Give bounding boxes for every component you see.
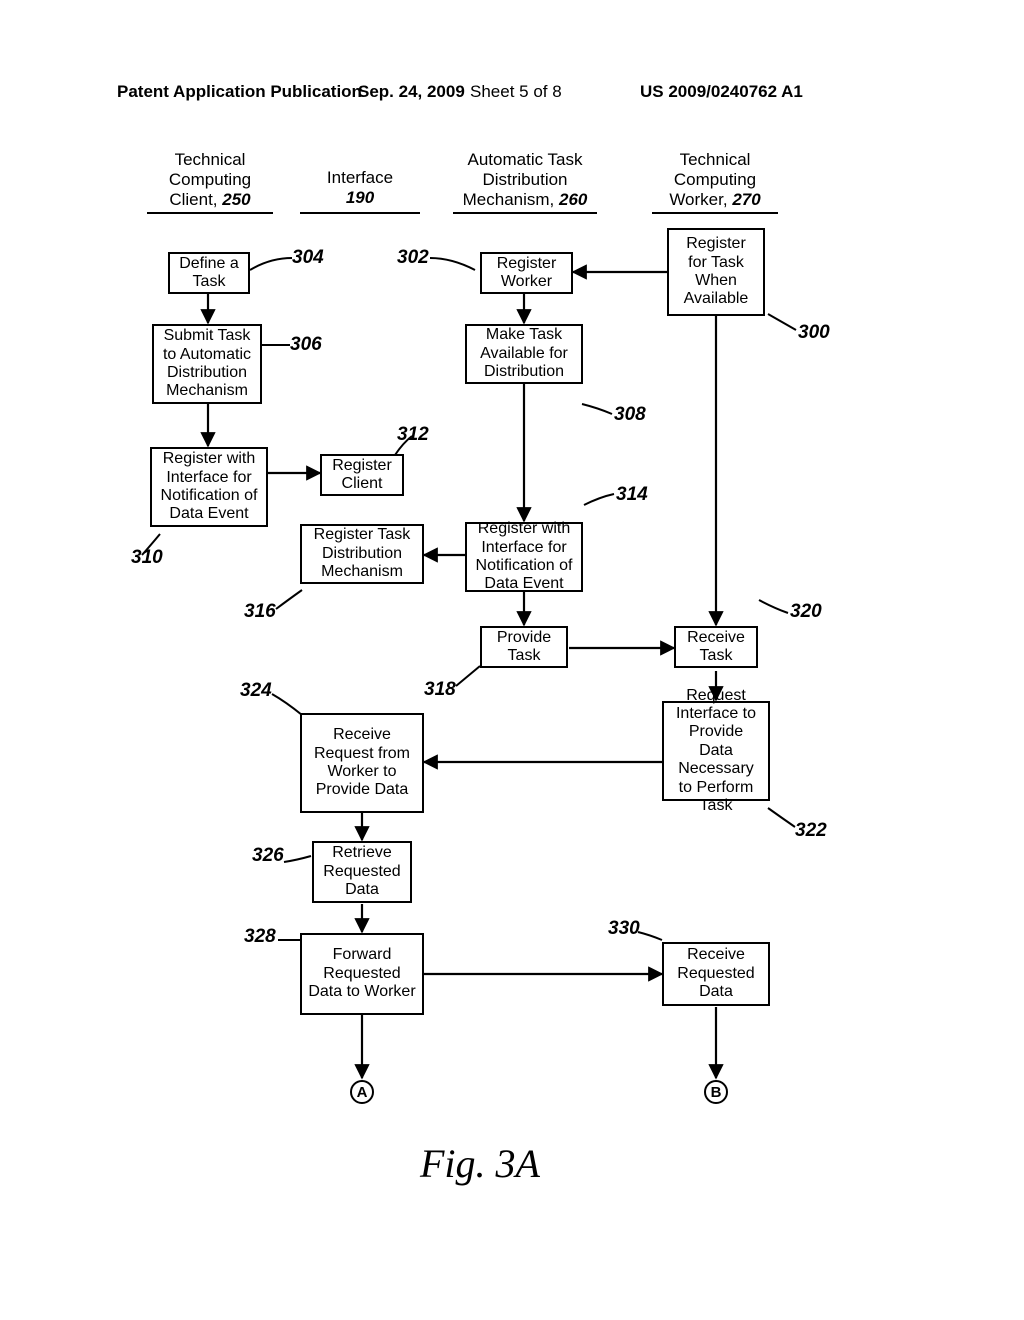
box-provide-task: Provide Task <box>480 626 568 668</box>
lane-interface-num: 190 <box>346 188 374 207</box>
box-register-client: Register Client <box>320 454 404 496</box>
lane-interface-header: Interface 190 <box>300 168 420 208</box>
box-client-register-interface: Register with Interface for Notification… <box>150 447 268 527</box>
lane-client-header: Technical Computing Client, 250 <box>150 150 270 210</box>
lane-worker-underline <box>652 212 778 214</box>
ref-312: 312 <box>397 424 429 446</box>
ref-300: 300 <box>798 322 830 344</box>
lane-mechanism-header: Automatic Task Distribution Mechanism, 2… <box>450 150 600 210</box>
ref-304: 304 <box>292 247 324 269</box>
ref-330: 330 <box>608 918 640 940</box>
ref-324: 324 <box>240 680 272 702</box>
connector-b: B <box>704 1080 728 1104</box>
header-publication: Patent Application Publication <box>117 82 362 102</box>
ref-328: 328 <box>244 926 276 948</box>
connector-a: A <box>350 1080 374 1104</box>
ref-314: 314 <box>616 484 648 506</box>
box-register-worker: Register Worker <box>480 252 573 294</box>
ref-322: 322 <box>795 820 827 842</box>
lane-worker-header: Technical Computing Worker, 270 <box>655 150 775 210</box>
lane-mechanism-underline <box>453 212 597 214</box>
lane-interface-underline <box>300 212 420 214</box>
lane-worker-num: 270 <box>732 190 760 209</box>
box-make-task-available: Make Task Available for Distribution <box>465 324 583 384</box>
box-receive-data: Receive Requested Data <box>662 942 770 1006</box>
lane-mechanism-num: 260 <box>559 190 587 209</box>
box-submit-task: Submit Task to Automatic Distribution Me… <box>152 324 262 404</box>
page: Patent Application Publication Sep. 24, … <box>0 0 1024 1320</box>
ref-316: 316 <box>244 601 276 623</box>
box-request-interface: Request Interface to Provide Data Necess… <box>662 701 770 801</box>
ref-320: 320 <box>790 601 822 623</box>
ref-306: 306 <box>290 334 322 356</box>
box-register-task-dist-mech: Register Task Distribution Mechanism <box>300 524 424 584</box>
box-mech-register-interface: Register with Interface for Notification… <box>465 522 583 592</box>
ref-318: 318 <box>424 679 456 701</box>
box-receive-task: Receive Task <box>674 626 758 668</box>
header-number: US 2009/0240762 A1 <box>640 82 803 102</box>
ref-308: 308 <box>614 404 646 426</box>
lane-client-underline <box>147 212 273 214</box>
box-define-task: Define a Task <box>168 252 250 294</box>
box-register-for-task: Register for Task When Available <box>667 228 765 316</box>
header-date: Sep. 24, 2009 <box>358 82 465 102</box>
figure-caption: Fig. 3A <box>420 1140 540 1187</box>
box-receive-request: Receive Request from Worker to Provide D… <box>300 713 424 813</box>
box-forward-data: Forward Requested Data to Worker <box>300 933 424 1015</box>
box-retrieve-data: Retrieve Requested Data <box>312 841 412 903</box>
ref-302: 302 <box>397 247 429 269</box>
lane-client-num: 250 <box>222 190 250 209</box>
ref-310: 310 <box>131 547 163 569</box>
lane-interface-title: Interface <box>327 168 393 187</box>
ref-326: 326 <box>252 845 284 867</box>
header-sheet: Sheet 5 of 8 <box>470 82 562 102</box>
